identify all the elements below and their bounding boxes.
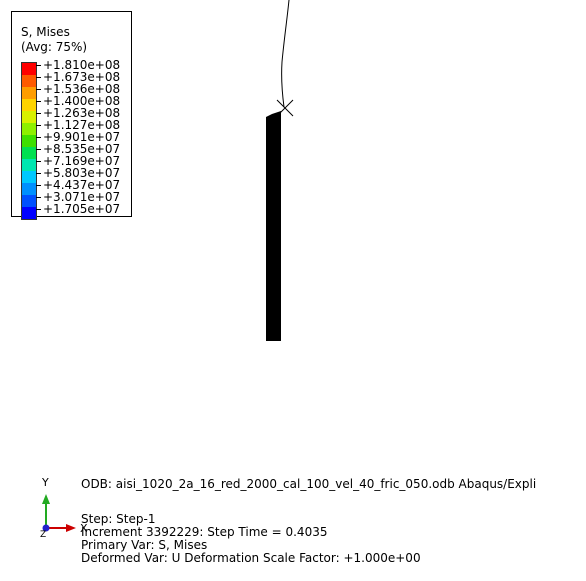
deformed-var-info: Deformed Var: U Deformation Scale Factor… (81, 551, 421, 565)
triad-x-arrowhead (66, 524, 76, 532)
triad-y-label: Y (41, 476, 49, 489)
triad-y-arrowhead (42, 494, 50, 504)
workpiece-mesh (266, 111, 281, 341)
deformed-edge-line (281, 0, 290, 108)
model-viewport[interactable] (0, 0, 586, 470)
odb-info: ODB: aisi_1020_2a_16_red_2000_cal_100_ve… (81, 477, 537, 491)
triad-z-label: Z (40, 530, 46, 540)
